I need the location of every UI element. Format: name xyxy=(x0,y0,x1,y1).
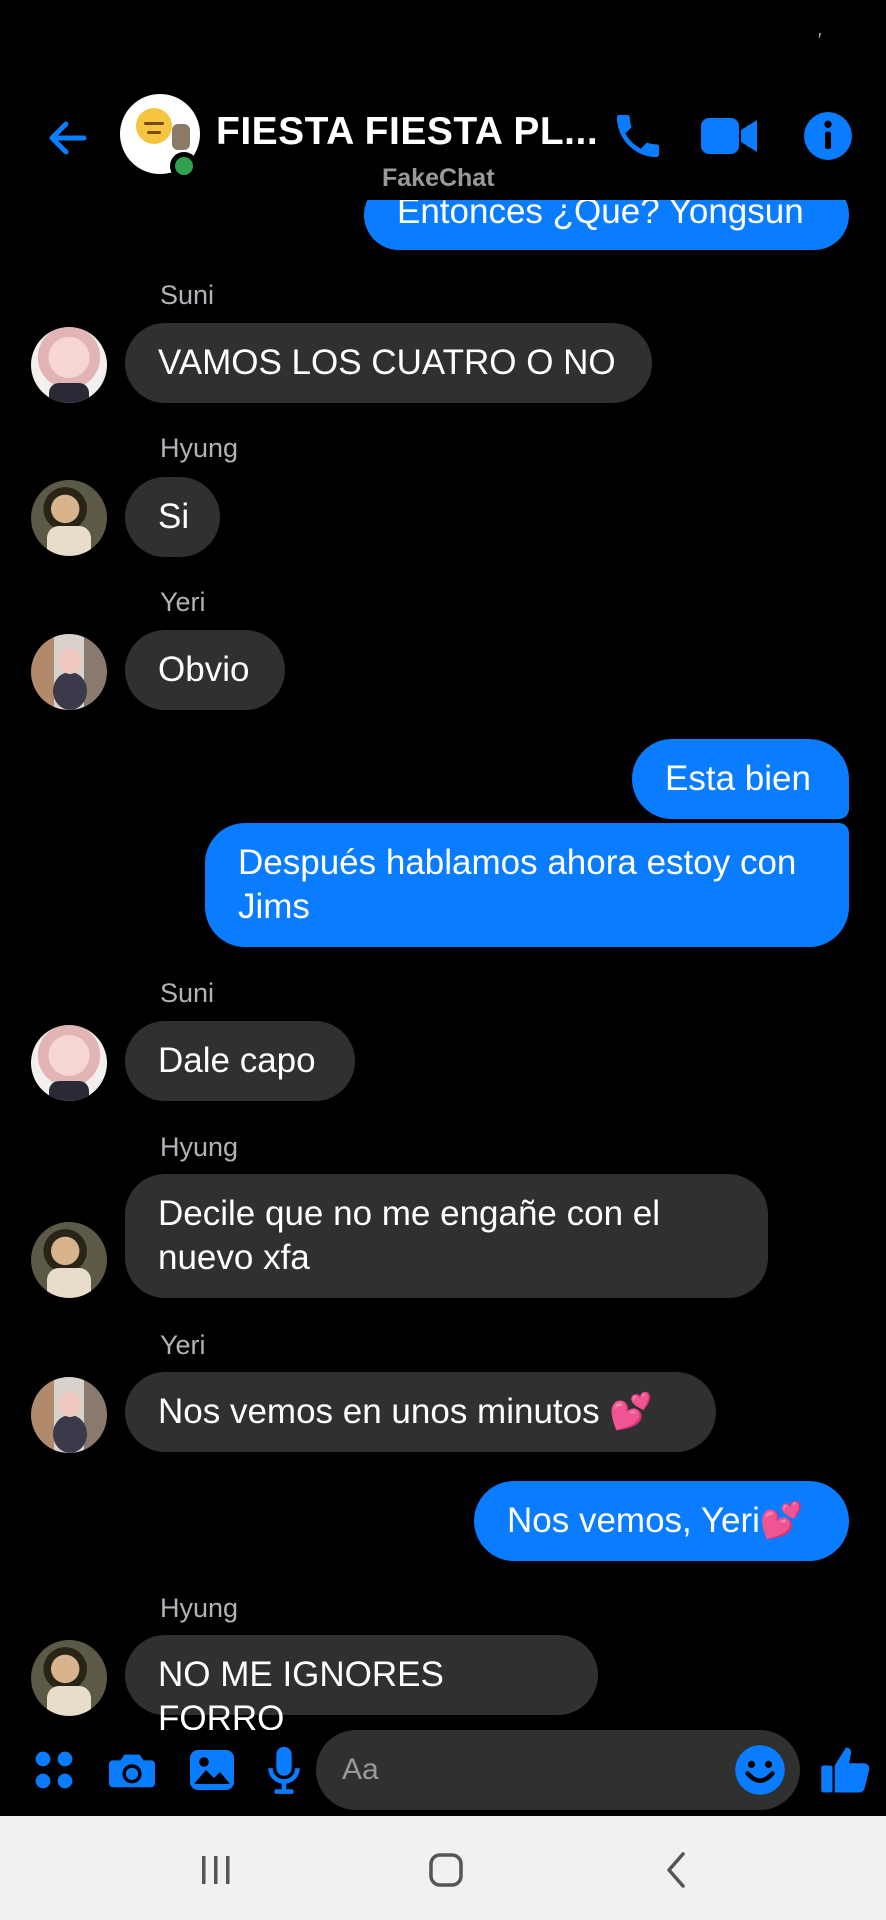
audio-call-button[interactable] xyxy=(606,104,670,168)
microphone-icon xyxy=(268,1746,300,1794)
back-icon xyxy=(667,1852,685,1888)
home-button[interactable] xyxy=(416,1846,476,1894)
system-back-button[interactable] xyxy=(646,1846,706,1894)
gallery-icon xyxy=(190,1750,234,1790)
message-composer xyxy=(0,1730,886,1816)
video-camera-icon xyxy=(701,118,757,154)
home-icon xyxy=(429,1853,463,1887)
voice-message-button[interactable] xyxy=(262,1742,306,1798)
recent-apps-icon xyxy=(202,1856,230,1884)
message-bubble-incoming[interactable]: NO ME IGNORES FORRO xyxy=(125,1635,598,1730)
avatar[interactable] xyxy=(31,1640,107,1716)
system-navigation-bar xyxy=(0,1816,886,1920)
avatar[interactable] xyxy=(31,327,107,403)
emoji-icon xyxy=(735,1745,785,1795)
thumbs-up-icon xyxy=(821,1747,870,1793)
online-status-indicator xyxy=(170,152,198,180)
phone-icon xyxy=(617,115,659,157)
message-bubble-outgoing[interactable]: Nos vemos, Yeri💕 xyxy=(474,1481,849,1561)
chat-title[interactable]: FIESTA FIESTA PL... xyxy=(216,110,598,154)
chat-header: FIESTA FIESTA PL... FakeChat xyxy=(0,80,886,200)
info-icon xyxy=(804,112,852,160)
emoji-button[interactable] xyxy=(730,1740,790,1800)
sender-name: Yeri xyxy=(160,587,206,617)
back-button[interactable] xyxy=(36,106,100,170)
sender-name: Suni xyxy=(160,280,215,310)
sender-name: Suni xyxy=(160,978,215,1008)
message-list[interactable]: Entonces ¿Que? Yongsun Suni VAMOS LOS CU… xyxy=(0,0,886,1730)
gallery-button[interactable] xyxy=(184,1742,240,1798)
back-arrow-icon xyxy=(49,121,87,155)
info-button[interactable] xyxy=(796,104,860,168)
sender-name: Hyung xyxy=(160,433,239,463)
avatar[interactable] xyxy=(31,634,107,710)
avatar[interactable] xyxy=(31,1222,107,1298)
message-bubble-incoming[interactable]: Obvio xyxy=(125,630,285,710)
avatar[interactable] xyxy=(31,480,107,556)
watermark-label: FakeChat xyxy=(382,164,495,192)
message-bubble-outgoing[interactable]: Después hablamos ahora estoy con Jims xyxy=(205,823,849,947)
message-bubble-outgoing[interactable]: Esta bien xyxy=(632,739,849,819)
emoji-face-icon xyxy=(136,108,172,144)
message-bubble-incoming[interactable]: Dale capo xyxy=(125,1021,355,1101)
camera-button[interactable] xyxy=(104,1742,160,1798)
message-bubble-incoming[interactable]: VAMOS LOS CUATRO O NO xyxy=(125,323,652,403)
message-input[interactable] xyxy=(342,1748,702,1792)
message-bubble-incoming[interactable]: Decile que no me engañe con el nuevo xfa xyxy=(125,1174,768,1298)
avatar[interactable] xyxy=(31,1377,107,1453)
recent-apps-button[interactable] xyxy=(186,1846,246,1894)
apps-button[interactable] xyxy=(28,1744,80,1796)
sender-name: Hyung xyxy=(160,1132,239,1162)
like-button[interactable] xyxy=(814,1738,878,1802)
message-input-container[interactable] xyxy=(316,1730,800,1810)
sender-name: Hyung xyxy=(160,1593,239,1623)
avatar[interactable] xyxy=(31,1025,107,1101)
apps-grid-icon xyxy=(35,1751,73,1789)
message-bubble-incoming[interactable]: Nos vemos en unos minutos 💕 xyxy=(125,1372,716,1452)
sender-name: Yeri xyxy=(160,1330,206,1360)
video-call-button[interactable] xyxy=(697,104,761,168)
camera-icon xyxy=(109,1754,155,1788)
message-bubble-incoming[interactable]: Si xyxy=(125,477,220,557)
